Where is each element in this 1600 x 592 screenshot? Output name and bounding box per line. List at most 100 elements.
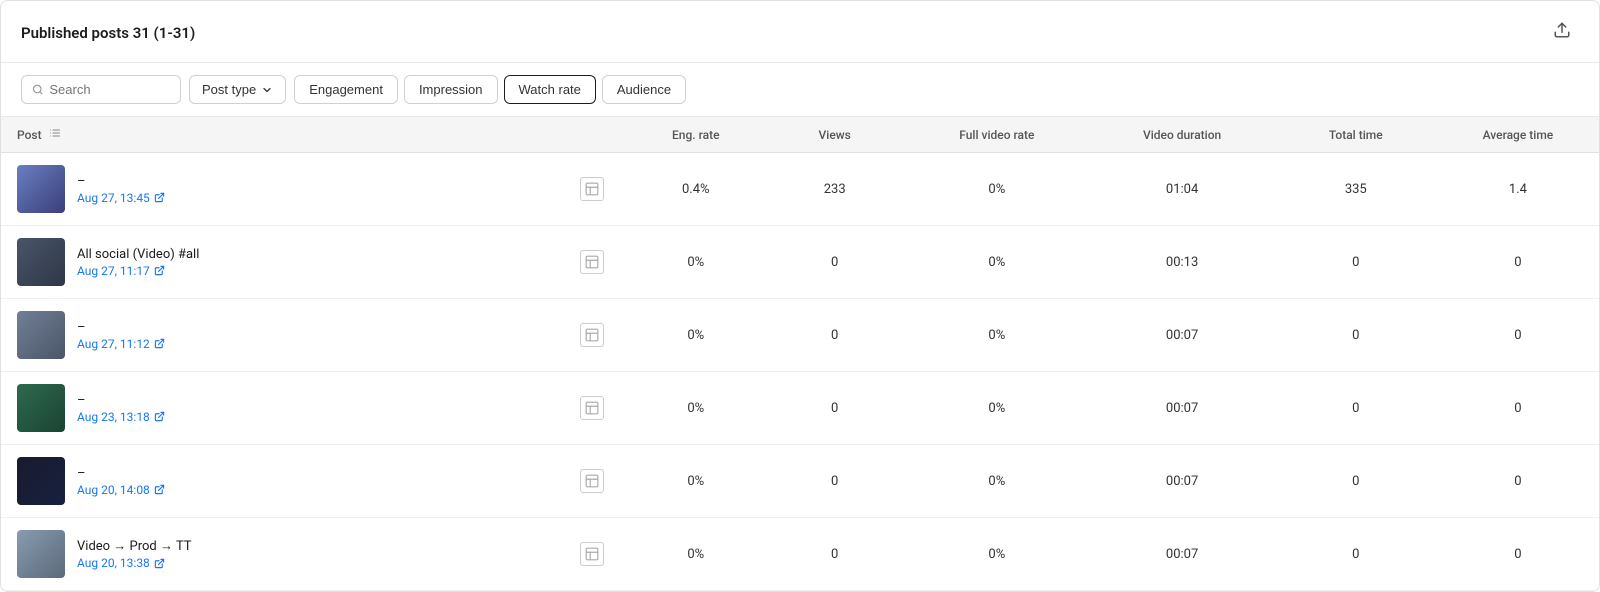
media-icon-cell-4	[557, 372, 626, 445]
total-time-cell-2: 0	[1275, 226, 1437, 299]
post-info-5: – Aug 20, 14:08	[77, 466, 165, 497]
video-duration-cell-5: 00:07	[1089, 445, 1274, 518]
views-cell-1: 233	[765, 153, 904, 226]
post-title-5: –	[77, 466, 165, 481]
full-video-rate-cell-4: 0%	[904, 372, 1089, 445]
media-type-icon-1	[580, 177, 604, 201]
media-type-icon-4	[580, 396, 604, 420]
post-thumbnail-1	[17, 165, 65, 213]
table-header-row: Post Eng. rate Views Full video rate Vid…	[1, 117, 1599, 153]
views-cell-6: 0	[765, 518, 904, 591]
average-time-cell-6: 0	[1437, 518, 1599, 591]
external-link-icon	[154, 558, 165, 569]
average-time-cell-3: 0	[1437, 299, 1599, 372]
post-date-5[interactable]: Aug 20, 14:08	[77, 483, 165, 497]
page-title: Published posts 31 (1-31)	[21, 24, 195, 42]
external-link-icon	[154, 265, 165, 276]
eng-rate-cell-2: 0%	[626, 226, 765, 299]
media-icon-cell-5	[557, 445, 626, 518]
post-thumbnail-3	[17, 311, 65, 359]
post-cell-6: Video → Prod → TT Aug 20, 13:38	[1, 518, 557, 591]
post-date-6[interactable]: Aug 20, 13:38	[77, 556, 192, 570]
toolbar: Post type EngagementImpressionWatch rate…	[1, 63, 1599, 117]
video-duration-cell-3: 00:07	[1089, 299, 1274, 372]
media-type-icon-6	[580, 542, 604, 566]
views-cell-3: 0	[765, 299, 904, 372]
post-type-button[interactable]: Post type	[189, 75, 286, 104]
post-info-2: All social (Video) #all Aug 27, 11:17	[77, 247, 199, 278]
chevron-down-icon	[261, 84, 273, 96]
post-date-4[interactable]: Aug 23, 13:18	[77, 410, 165, 424]
media-icon-cell-2	[557, 226, 626, 299]
average-time-cell-5: 0	[1437, 445, 1599, 518]
table-row: – Aug 27, 13:45 0	[1, 153, 1599, 226]
col-header-views: Views	[765, 117, 904, 153]
video-duration-cell-1: 01:04	[1089, 153, 1274, 226]
post-date-1[interactable]: Aug 27, 13:45	[77, 191, 165, 205]
eng-rate-cell-5: 0%	[626, 445, 765, 518]
main-container: Published posts 31 (1-31) Post type Enga…	[0, 0, 1600, 592]
post-info-4: – Aug 23, 13:18	[77, 393, 165, 424]
external-link-icon	[154, 411, 165, 422]
search-input[interactable]	[49, 82, 170, 97]
views-cell-4: 0	[765, 372, 904, 445]
search-icon	[32, 83, 43, 96]
external-link-icon	[154, 192, 165, 203]
post-thumbnail-6	[17, 530, 65, 578]
table-row: – Aug 20, 14:08 0	[1, 445, 1599, 518]
eng-rate-cell-1: 0.4%	[626, 153, 765, 226]
post-info-3: – Aug 27, 11:12	[77, 320, 165, 351]
table-row: Video → Prod → TT Aug 20, 13:38	[1, 518, 1599, 591]
full-video-rate-cell-3: 0%	[904, 299, 1089, 372]
media-type-icon-5	[580, 469, 604, 493]
post-title-2: All social (Video) #all	[77, 247, 199, 262]
table-body: – Aug 27, 13:45 0	[1, 153, 1599, 591]
media-icon-cell-3	[557, 299, 626, 372]
col-header-full-video-rate: Full video rate	[904, 117, 1089, 153]
export-button[interactable]	[1545, 17, 1579, 48]
media-type-icon-3	[580, 323, 604, 347]
post-date-3[interactable]: Aug 27, 11:12	[77, 337, 165, 351]
filter-btn-engagement[interactable]: Engagement	[294, 75, 398, 104]
full-video-rate-cell-1: 0%	[904, 153, 1089, 226]
post-title-3: –	[77, 320, 165, 335]
filter-btn-watch_rate[interactable]: Watch rate	[504, 75, 596, 104]
average-time-cell-4: 0	[1437, 372, 1599, 445]
external-link-icon	[154, 338, 165, 349]
col-header-video-duration: Video duration	[1089, 117, 1274, 153]
video-duration-cell-6: 00:07	[1089, 518, 1274, 591]
col-header-media	[557, 117, 626, 153]
total-time-cell-5: 0	[1275, 445, 1437, 518]
post-date-2[interactable]: Aug 27, 11:17	[77, 264, 199, 278]
search-box	[21, 75, 181, 104]
data-table: Post Eng. rate Views Full video rate Vid…	[1, 117, 1599, 591]
media-icon-cell-6	[557, 518, 626, 591]
total-time-cell-3: 0	[1275, 299, 1437, 372]
eng-rate-cell-3: 0%	[626, 299, 765, 372]
full-video-rate-cell-5: 0%	[904, 445, 1089, 518]
eng-rate-cell-6: 0%	[626, 518, 765, 591]
page-header: Published posts 31 (1-31)	[1, 1, 1599, 63]
filter-btn-audience[interactable]: Audience	[602, 75, 686, 104]
full-video-rate-cell-2: 0%	[904, 226, 1089, 299]
table-row: – Aug 23, 13:18 0	[1, 372, 1599, 445]
average-time-cell-2: 0	[1437, 226, 1599, 299]
post-cell-2: All social (Video) #all Aug 27, 11:17	[1, 226, 557, 299]
filter-btn-impression[interactable]: Impression	[404, 75, 498, 104]
filter-buttons: EngagementImpressionWatch rateAudience	[294, 75, 686, 104]
external-link-icon	[154, 484, 165, 495]
post-info-6: Video → Prod → TT Aug 20, 13:38	[77, 538, 192, 570]
post-title-4: –	[77, 393, 165, 408]
post-thumbnail-5	[17, 457, 65, 505]
post-cell-5: – Aug 20, 14:08	[1, 445, 557, 518]
table-row: All social (Video) #all Aug 27, 11:17	[1, 226, 1599, 299]
post-cell-1: – Aug 27, 13:45	[1, 153, 557, 226]
post-cell-4: – Aug 23, 13:18	[1, 372, 557, 445]
post-thumbnail-2	[17, 238, 65, 286]
post-title-1: –	[77, 174, 165, 189]
total-time-cell-6: 0	[1275, 518, 1437, 591]
media-type-icon-2	[580, 250, 604, 274]
media-icon-cell-1	[557, 153, 626, 226]
eng-rate-cell-4: 0%	[626, 372, 765, 445]
video-duration-cell-2: 00:13	[1089, 226, 1274, 299]
